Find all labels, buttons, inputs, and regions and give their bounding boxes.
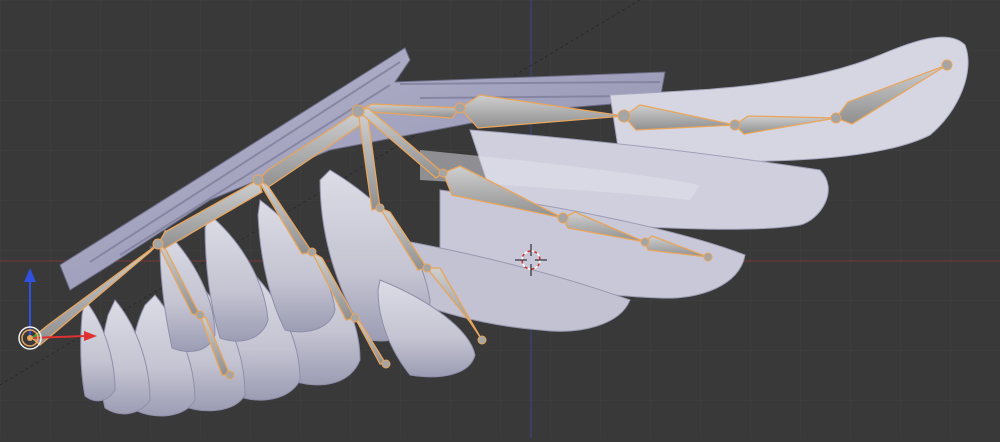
pivot-origin-icon[interactable] <box>18 326 42 350</box>
3d-viewport[interactable] <box>0 0 1000 438</box>
